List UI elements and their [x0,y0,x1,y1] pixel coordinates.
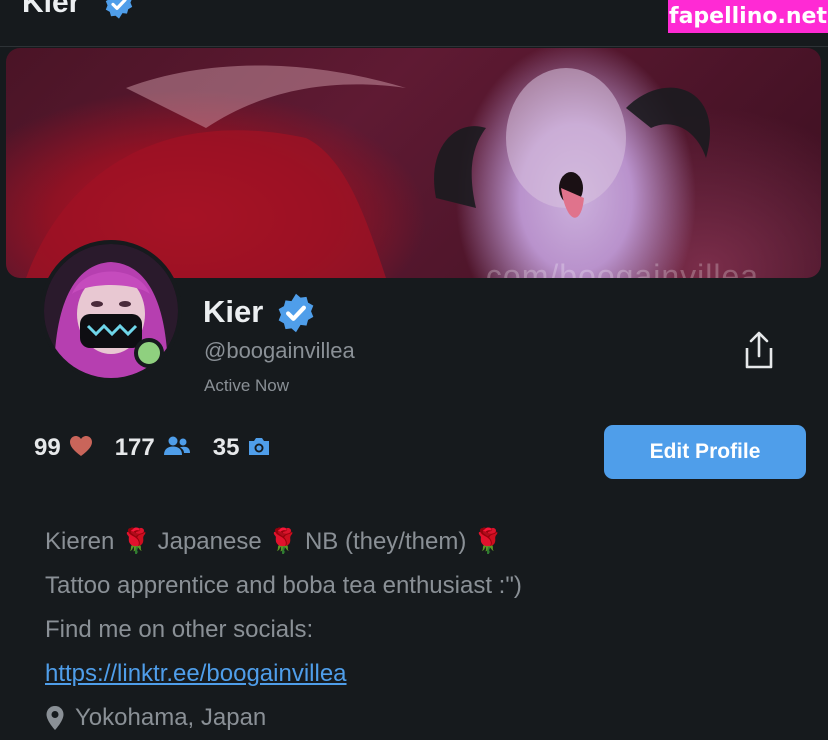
profile-bio: Kieren 🌹 Japanese 🌹 NB (they/them) 🌹 Tat… [45,520,805,740]
rose-icon: 🌹 [473,528,503,555]
rose-icon: 🌹 [121,528,151,555]
watermark: fapellino.net [668,0,828,33]
rose-icon: 🌹 [268,528,299,555]
heart-icon [69,435,93,462]
edit-profile-button[interactable]: Edit Profile [604,425,806,479]
bio-text: Kieren [45,528,115,555]
page-title: Kier [22,0,81,19]
active-status: Active Now [204,376,290,395]
stat-photos: 35 [213,434,272,462]
banner-overlay-text: .com/boogainvillea [476,258,760,278]
bio-line-2: Tattoo apprentice and boba tea enthusias… [45,572,522,599]
location: Yokohama, Japan [45,696,805,740]
bio-text: NB (they/them) [304,528,467,555]
camera-icon [247,436,271,461]
linktree-link[interactable]: https://linktr.ee/boogainvillea [45,660,347,687]
online-status-indicator [134,338,164,368]
bio-text: Japanese [157,528,262,555]
photos-count: 35 [212,434,240,461]
bio-line-1: Kieren 🌹 Japanese 🌹 NB (they/them) 🌹 [45,520,805,564]
bio-line-3: Find me on other socials: [45,616,314,643]
location-text: Yokohama, Japan [75,704,267,731]
profile-stats: 99 177 35 [34,433,293,463]
share-icon[interactable] [740,330,778,375]
profile-handle: @boogainvillea [204,338,355,363]
fans-count: 177 [114,434,155,461]
location-pin-icon [45,705,65,731]
likes-count: 99 [34,434,61,461]
verified-badge-icon [103,0,135,25]
stat-likes: 99 [34,434,93,462]
profile-name: Kier [203,294,264,329]
stat-fans: 177 [115,434,191,462]
verified-badge-icon [275,292,317,339]
fans-icon [163,436,191,461]
